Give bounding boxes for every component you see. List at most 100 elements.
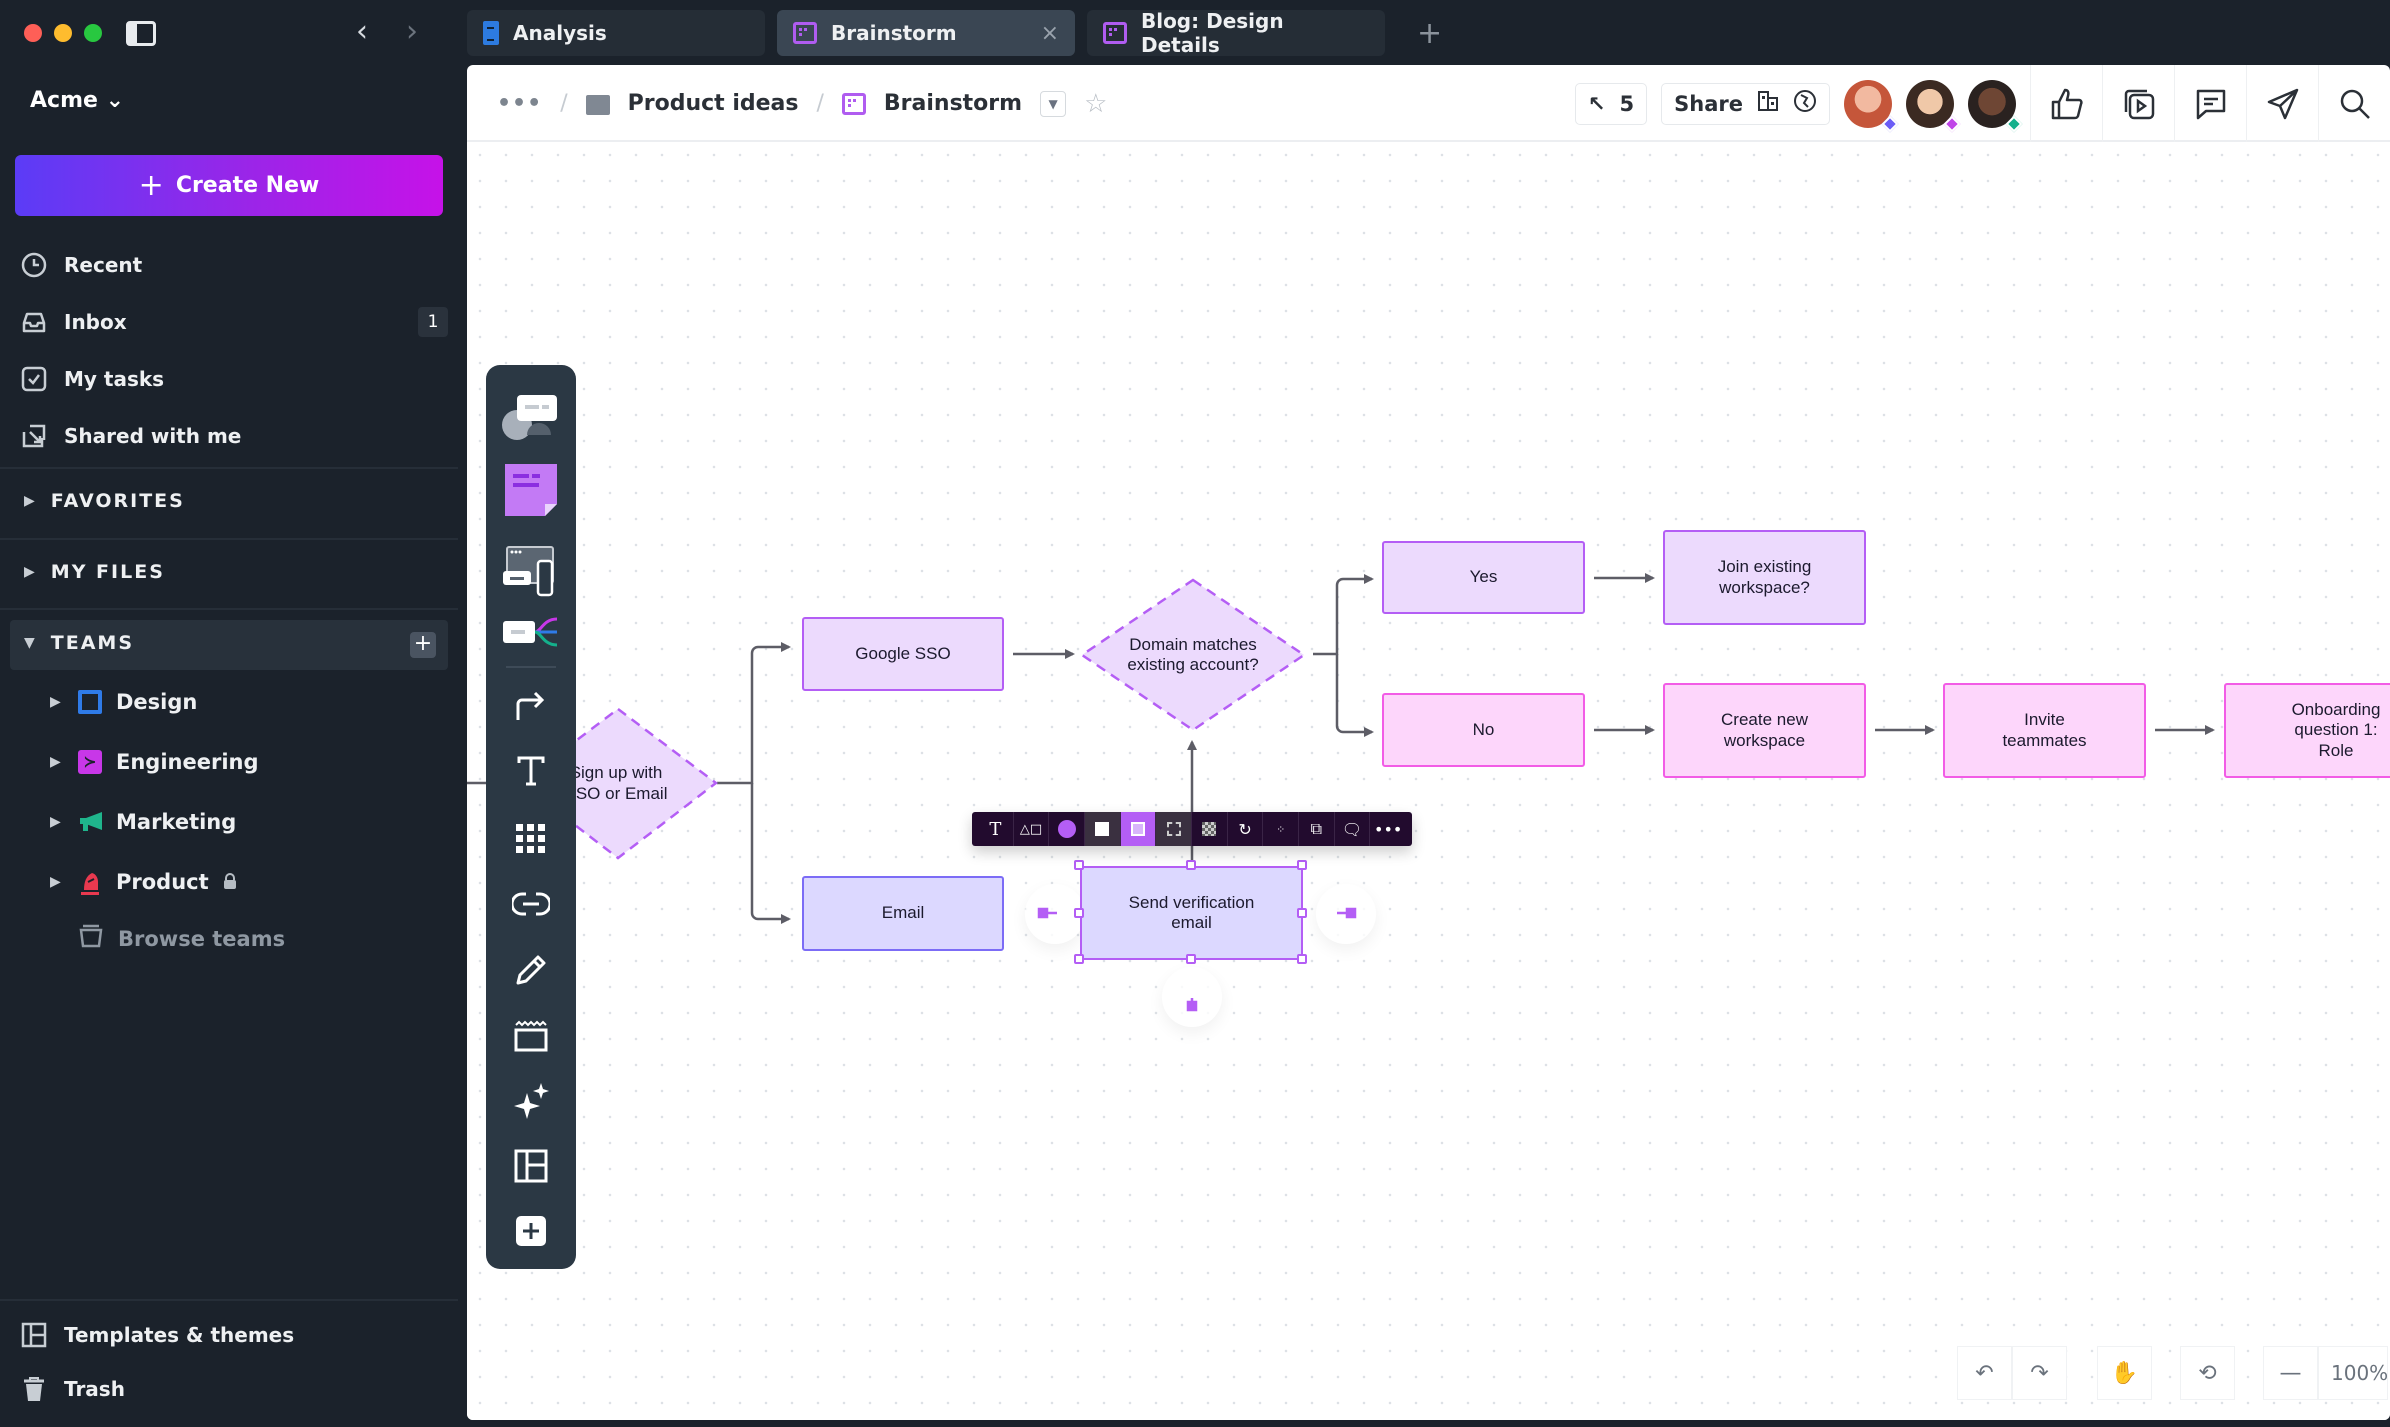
more-tools-button[interactable] [486,1215,576,1247]
sidebar-team-engineering[interactable]: ▶ ≻ Engineering [50,750,259,774]
whiteboard-canvas[interactable]: Sign up with SSO or Email Google SSO Dom… [467,142,2390,1420]
avatar[interactable] [1906,79,1961,132]
templates-tool[interactable] [486,1149,576,1183]
close-window-button[interactable] [24,24,42,42]
style-dashed-button[interactable] [1156,812,1193,846]
ai-assist-tool[interactable] [486,1083,576,1119]
flow-node-google-sso[interactable]: Google SSO [802,617,1004,691]
my-files-section-toggle[interactable]: ▶ MY FILES [24,561,165,583]
tab-analysis[interactable]: Analysis [467,10,765,56]
search-button[interactable] [2318,65,2390,142]
text-format-button[interactable]: T [978,812,1014,846]
resize-handle[interactable] [1186,860,1196,870]
sidebar-team-marketing[interactable]: ▶ Marketing [50,810,236,834]
avatar[interactable] [1968,79,2023,132]
rotate-button[interactable]: ↻ [1228,812,1264,846]
breadcrumb-product-ideas[interactable]: Product ideas [628,91,799,116]
resize-handle[interactable] [1297,908,1307,918]
present-button[interactable] [2102,65,2174,142]
shape-type-button[interactable]: △□ [1014,812,1050,846]
flow-node-invite-teammates[interactable]: Invite teammates [1943,683,2146,778]
sidebar-item-shared-with-me[interactable]: Shared with me [20,407,448,464]
flow-node-no[interactable]: No [1382,693,1585,767]
flow-node-yes[interactable]: Yes [1382,541,1585,614]
create-new-button[interactable]: + Create New [15,155,443,216]
caret-right-icon[interactable]: ▶ [50,814,64,830]
comment-button[interactable]: 🗨 [1335,812,1371,846]
flow-node-onboarding[interactable]: Onboarding question 1: Role [2224,683,2390,778]
pen-tool[interactable] [486,953,576,987]
sidebar-item-trash[interactable]: Trash [20,1360,450,1417]
tab-blog-design-details[interactable]: Blog: Design Details [1087,9,1385,57]
version-history-button[interactable]: ⟲ [2180,1346,2235,1400]
redo-button[interactable]: ↷ [2012,1346,2067,1400]
thumbs-up-button[interactable] [2030,65,2102,142]
chevron-down-icon[interactable]: ▼ [1040,90,1067,117]
mind-map-tool[interactable] [486,615,576,651]
opacity-button[interactable] [1192,812,1228,846]
add-team-button[interactable]: + [410,632,436,658]
caret-right-icon[interactable]: ▶ [50,874,64,890]
flow-node-join-existing[interactable]: Join existing workspace? [1663,530,1866,625]
flow-node-email[interactable]: Email [802,876,1004,951]
resize-handle[interactable] [1297,860,1307,870]
teams-section-header[interactable]: ▼ TEAMS + [10,620,448,670]
sidebar-item-templates[interactable]: Templates & themes [20,1306,450,1363]
browse-teams-link[interactable]: Browse teams [78,924,285,953]
share-button[interactable]: Share [1661,82,1830,125]
duplicate-button[interactable]: ⧉ [1299,812,1335,846]
avatar[interactable] [1844,79,1899,132]
breadcrumb-brainstorm[interactable]: Brainstorm [884,91,1022,116]
fill-color-button[interactable] [1049,812,1086,846]
more-breadcrumbs-button[interactable]: ••• [497,91,542,116]
sidebar-item-my-tasks[interactable]: My tasks [20,350,448,407]
style-outlined-button[interactable] [1120,812,1157,846]
sidebar-team-design[interactable]: ▶ Design [50,690,197,714]
style-filled-button[interactable] [1085,812,1121,846]
zoom-level[interactable]: 100% [2318,1346,2388,1400]
forward-arrow-icon[interactable]: › [406,14,418,49]
caret-right-icon[interactable]: ▶ [50,754,64,770]
comments-button[interactable] [2174,65,2246,142]
text-tool[interactable] [486,755,576,787]
close-tab-icon[interactable]: × [1041,21,1059,46]
zoom-out-button[interactable]: — [2263,1346,2318,1400]
components-tool[interactable] [486,823,576,855]
flow-node-create-workspace[interactable]: Create new workspace [1663,683,1866,778]
connection-point-bottom[interactable] [1162,967,1222,1027]
sidebar-item-inbox[interactable]: Inbox 1 [20,293,448,350]
new-tab-button[interactable]: + [1417,16,1442,51]
tab-brainstorm[interactable]: Brainstorm × [777,10,1075,56]
undo-button[interactable]: ↶ [1957,1346,2012,1400]
resize-handle[interactable] [1074,908,1084,918]
connection-point-right[interactable] [1316,884,1376,944]
resize-handle[interactable] [1074,860,1084,870]
minimize-window-button[interactable] [54,24,72,42]
resize-handle[interactable] [1074,954,1084,964]
flow-node-domain-match[interactable]: Domain matches existing account? [1080,578,1306,732]
flow-node-send-verification[interactable]: Send verification email [1080,866,1303,960]
wireframe-tool[interactable] [486,545,576,597]
send-button[interactable] [2246,65,2318,142]
more-options-button[interactable]: ••• [1370,812,1406,846]
sidebar-item-recent[interactable]: Recent [20,236,448,293]
comment-shapes-tool[interactable] [486,391,576,443]
sticky-note-tool[interactable] [486,462,576,518]
maximize-window-button[interactable] [84,24,102,42]
distribute-button[interactable]: ⁘ [1263,812,1300,846]
back-arrow-icon[interactable]: ‹ [356,14,368,49]
connector-tool[interactable] [486,688,576,722]
teams-section-toggle[interactable]: ▼ TEAMS [24,632,134,654]
resize-handle[interactable] [1297,954,1307,964]
pan-tool-button[interactable]: ✋ [2097,1346,2152,1400]
caret-right-icon[interactable]: ▶ [50,694,64,710]
favorites-section-toggle[interactable]: ▶ FAVORITES [24,490,185,512]
sidebar-toggle-icon[interactable] [126,21,156,46]
sidebar-team-product[interactable]: ▶ Product [50,870,237,895]
link-tool[interactable] [486,891,576,917]
frame-tool[interactable] [486,1020,576,1052]
workspace-switcher[interactable]: Acme ⌄ [30,88,124,113]
resize-handle[interactable] [1186,954,1196,964]
cursor-count-button[interactable]: ↖ 5 [1574,82,1648,125]
star-icon[interactable]: ☆ [1084,89,1107,119]
